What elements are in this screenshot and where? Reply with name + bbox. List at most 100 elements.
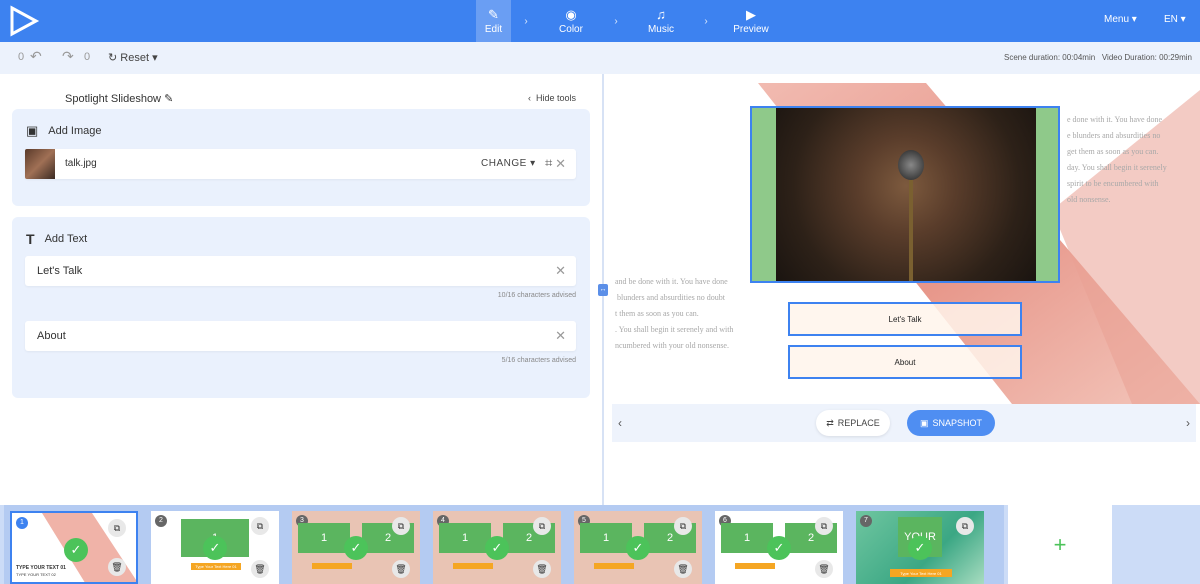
scene-block-a: 1 (580, 523, 632, 553)
clear-text-2-icon[interactable]: ✕ (555, 328, 566, 344)
app-logo-icon[interactable] (6, 4, 40, 38)
char-hint-2: 5/16 characters advised (501, 357, 576, 364)
step-edit[interactable]: ✎ Edit (476, 0, 511, 42)
add-text-card: T Add Text Let's Talk ✕ 10/16 characters… (12, 217, 590, 398)
slide-text-box-2[interactable]: About (788, 345, 1022, 379)
hide-tools-button[interactable]: ‹ Hide tools (528, 93, 576, 103)
text-field-1[interactable]: Let's Talk ✕ (25, 256, 576, 286)
slide-body-text-left: and be done with it. You have done blund… (615, 277, 734, 350)
scene-text-block: Type Your Text Here 01 (890, 569, 952, 577)
project-title[interactable]: Spotlight Slideshow ✎ (65, 92, 173, 105)
replace-button[interactable]: ⇄ REPLACE (816, 410, 890, 436)
duration-info: Scene duration: 00:04min Video Duration:… (1004, 53, 1192, 62)
play-icon: ▶ (746, 6, 756, 22)
redo-icon[interactable]: ↷ (62, 48, 74, 65)
scene-block-a: 1 (298, 523, 350, 553)
editor-panel: Spotlight Slideshow ✎ ‹ Hide tools ▣ Add… (0, 74, 601, 506)
slide-body-text-right: e done with it. You have done e blunders… (1067, 115, 1167, 204)
chevron-right-icon: › (704, 15, 708, 27)
add-scene-button[interactable]: + (1008, 505, 1112, 584)
duplicate-icon[interactable]: ⧉ (674, 517, 692, 535)
resize-handle-icon[interactable]: ↔ (598, 284, 608, 296)
redo-count: 0 (84, 51, 91, 63)
image-thumbnail (25, 149, 55, 179)
crop-icon[interactable]: ⌗ (545, 155, 552, 171)
microphone-icon (898, 150, 924, 180)
chevron-right-icon: › (524, 15, 528, 27)
add-image-heading: ▣ Add Image (26, 123, 102, 138)
trash-icon[interactable]: 🗑 (533, 560, 551, 578)
trash-icon[interactable]: 🗑 (392, 560, 410, 578)
add-image-card: ▣ Add Image talk.jpg CHANGE ▾ ⌗ ✕ (12, 109, 590, 206)
scene-number: 7 (860, 515, 872, 527)
undo-icon[interactable]: ↶ (30, 48, 42, 65)
top-navigation-bar: ✎ Edit › ◉ Color › ♫ Music › ▶ Preview M… (0, 0, 1200, 42)
duplicate-icon[interactable]: ⧉ (392, 517, 410, 535)
check-icon: ✓ (626, 536, 650, 560)
slide-image-placeholder[interactable] (750, 106, 1060, 283)
scene-thumbnail-3[interactable]: 3 1 2 ✓ ⧉ 🗑 (292, 511, 420, 584)
step-color[interactable]: ◉ Color (541, 0, 601, 42)
duplicate-icon[interactable]: ⧉ (956, 517, 974, 535)
duplicate-icon[interactable]: ⧉ (251, 517, 269, 535)
scene-thumbnail-1[interactable]: 1 ✓ ⧉ 🗑 TYPE YOUR TEXT 01 TYPE YOUR TEXT… (10, 511, 138, 584)
scene-thumbnail-4[interactable]: 4 1 2 ✓ ⧉ 🗑 (433, 511, 561, 584)
check-icon: ✓ (767, 536, 791, 560)
scene-subcaption: TYPE YOUR TEXT 02 (16, 572, 56, 577)
scene-block-a: 1 (721, 523, 773, 553)
editor-toolbar: 0 ↶ ↷ 0 ↻ Reset ▾ Scene duration: 00:04m… (0, 42, 1200, 74)
remove-image-icon[interactable]: ✕ (555, 156, 566, 172)
step-preview[interactable]: ▶ Preview (721, 0, 781, 42)
scene-number: 1 (16, 517, 28, 529)
scene-thumbnail-7[interactable]: 7 YOUR Type Your Text Here 01 ✓ ⧉ (856, 511, 984, 584)
scene-text-block (735, 563, 775, 569)
slide-text-box-1[interactable]: Let's Talk (788, 302, 1022, 336)
next-scene-icon[interactable]: › (1186, 416, 1190, 430)
editor-steps: ✎ Edit › ◉ Color › ♫ Music › ▶ Preview (476, 0, 781, 42)
clear-text-1-icon[interactable]: ✕ (555, 263, 566, 279)
microphone-photo (776, 108, 1036, 281)
step-music[interactable]: ♫ Music (631, 0, 691, 42)
check-icon: ✓ (485, 536, 509, 560)
pencil-icon: ✎ (488, 6, 499, 22)
char-hint-1: 10/16 characters advised (497, 292, 576, 299)
scene-track: 1 ✓ ⧉ 🗑 TYPE YOUR TEXT 01 TYPE YOUR TEXT… (4, 505, 1004, 584)
undo-count: 0 (18, 51, 25, 63)
previous-scene-icon[interactable]: ‹ (618, 416, 622, 430)
image-filename: talk.jpg (65, 158, 97, 169)
edit-pencil-icon[interactable]: ✎ (164, 93, 173, 105)
reset-button[interactable]: ↻ Reset ▾ (108, 51, 158, 64)
check-icon: ✓ (344, 536, 368, 560)
scene-text-block (594, 563, 634, 569)
scene-number: 2 (155, 515, 167, 527)
chevron-right-icon: › (614, 15, 618, 27)
mic-stand (909, 180, 913, 281)
reset-icon: ↻ (108, 52, 118, 64)
swap-icon: ⇄ (826, 417, 834, 428)
trash-icon[interactable]: 🗑 (108, 558, 126, 576)
trash-icon[interactable]: 🗑 (251, 560, 269, 578)
add-text-heading: T Add Text (26, 231, 88, 247)
duplicate-icon[interactable]: ⧉ (108, 519, 126, 537)
palette-icon: ◉ (565, 6, 577, 22)
scene-thumbnail-6[interactable]: 6 1 2 ✓ ⧉ 🗑 (715, 511, 843, 584)
trash-icon[interactable]: 🗑 (674, 560, 692, 578)
music-note-icon: ♫ (656, 6, 666, 22)
scene-text-block (312, 563, 352, 569)
change-image-button[interactable]: CHANGE ▾ (481, 158, 536, 169)
plus-icon: + (1053, 531, 1067, 557)
duplicate-icon[interactable]: ⧉ (533, 517, 551, 535)
language-dropdown[interactable]: EN ▾ (1164, 14, 1186, 25)
scene-thumbnail-5[interactable]: 5 1 2 ✓ ⧉ 🗑 (574, 511, 702, 584)
scene-thumbnail-2[interactable]: 2 1 Type Your Text Here 01 ✓ ⧉ 🗑 (151, 511, 279, 584)
snapshot-button[interactable]: ▣ SNAPSHOT (907, 410, 995, 436)
menu-dropdown[interactable]: Menu ▾ (1104, 14, 1137, 25)
text-field-2[interactable]: About ✕ (25, 321, 576, 351)
check-icon: ✓ (203, 536, 227, 560)
trash-icon[interactable]: 🗑 (815, 560, 833, 578)
scene-text-block: Type Your Text Here 01 (191, 563, 241, 570)
duplicate-icon[interactable]: ⧉ (815, 517, 833, 535)
preview-controls: ‹ ⇄ REPLACE ▣ SNAPSHOT › (612, 404, 1196, 442)
image-row: talk.jpg CHANGE ▾ ⌗ ✕ (25, 149, 576, 179)
check-icon: ✓ (64, 538, 88, 562)
